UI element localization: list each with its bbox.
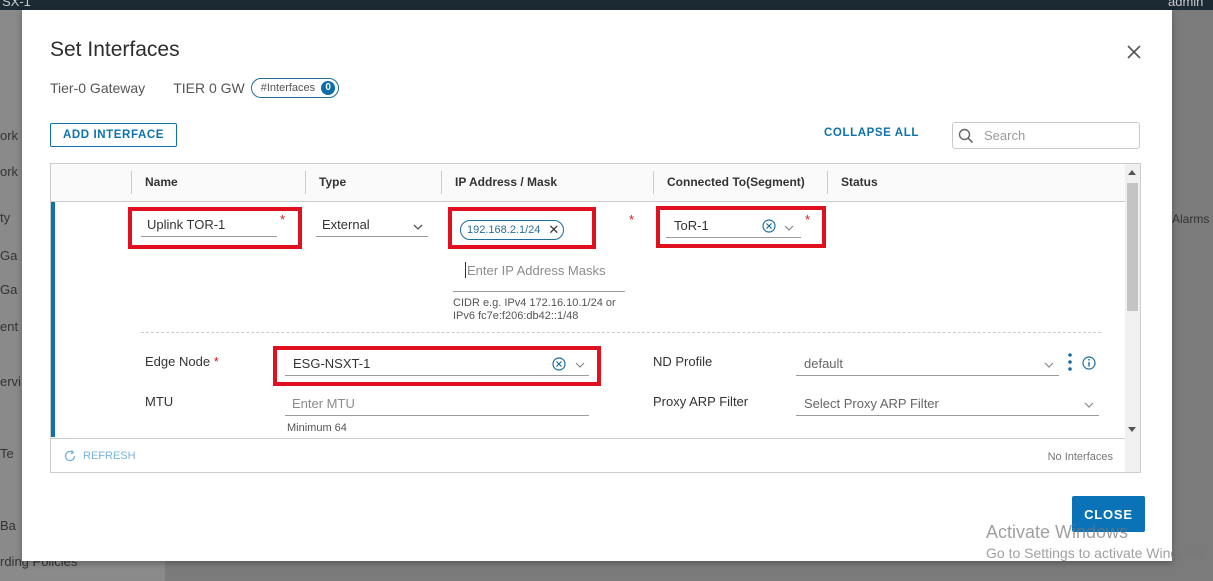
ip-help-text: CIDR e.g. IPv4 172.16.10.1/24 or IPv6 fc…	[453, 297, 616, 322]
chevron-down-icon	[413, 224, 423, 230]
sidebar-item: ork	[0, 128, 19, 143]
scroll-thumb[interactable]	[1127, 183, 1138, 311]
highlight-box-segment	[656, 206, 826, 248]
chevron-down-icon	[1044, 362, 1054, 368]
highlight-box-ip	[448, 207, 596, 249]
column-header-type[interactable]: Type	[319, 164, 346, 201]
chevron-down-icon	[1084, 402, 1094, 408]
sidebar-item: ork	[0, 164, 19, 179]
search-icon	[958, 128, 974, 143]
sidebar-item: Ga	[0, 248, 18, 263]
modal-title: Set Interfaces	[50, 38, 180, 61]
add-interface-button[interactable]: ADD INTERFACE	[50, 123, 177, 147]
interfaces-label: #Interfaces	[260, 82, 316, 94]
search-input[interactable]	[982, 127, 1136, 144]
column-separator	[653, 171, 654, 194]
close-icon[interactable]	[1123, 41, 1145, 63]
column-header-name[interactable]: Name	[145, 164, 178, 201]
ip-mask-input[interactable]: Enter IP Address Masks	[453, 255, 625, 292]
collapse-all-button[interactable]: COLLAPSE ALL	[824, 127, 919, 139]
column-separator	[305, 171, 306, 194]
mtu-help-text: Minimum 64	[287, 422, 347, 434]
user-menu: admin	[1168, 0, 1204, 9]
activate-windows-watermark: Activate Windows Go to Settings to activ…	[986, 522, 1207, 561]
proxy-arp-label: Proxy ARP Filter	[653, 394, 749, 409]
interfaces-count: 0	[321, 81, 336, 95]
nd-profile-value: default	[804, 356, 844, 371]
gateway-type: Tier-0 Gateway	[50, 80, 146, 96]
watermark-line1: Activate Windows	[986, 522, 1129, 542]
column-separator	[441, 171, 442, 194]
required-marker: *	[629, 212, 635, 227]
type-select[interactable]: External	[316, 214, 428, 237]
column-separator	[827, 171, 828, 194]
gateway-info: Tier-0 Gateway TIER 0 GW #Interfaces 0	[50, 78, 340, 98]
more-options-icon[interactable]	[1066, 352, 1074, 372]
nd-profile-select[interactable]: default	[796, 351, 1059, 376]
watermark-line2: Go to Settings to activate Windows.	[986, 545, 1207, 561]
search-box[interactable]	[952, 122, 1140, 149]
alarms-column: Alarms	[1172, 212, 1210, 226]
proxy-arp-select[interactable]: Select Proxy ARP Filter	[796, 391, 1099, 416]
highlight-box-edge-node	[273, 346, 601, 386]
info-icon[interactable]	[1082, 356, 1096, 370]
mtu-input[interactable]: Enter MTU	[285, 391, 589, 416]
column-header-segment[interactable]: Connected To(Segment)	[667, 164, 805, 201]
row-selected-indicator	[51, 202, 55, 437]
refresh-button[interactable]: REFRESH	[63, 449, 136, 463]
sidebar-item: Te	[0, 446, 14, 461]
ip-mask-placeholder: Enter IP Address Masks	[467, 263, 606, 278]
gateway-name: TIER 0 GW	[173, 80, 245, 96]
interfaces-datagrid: Name Type IP Address / Mask Connected To…	[50, 163, 1141, 473]
datagrid-status: No Interfaces	[1047, 451, 1113, 463]
app-title: SX-1	[2, 0, 31, 9]
type-value: External	[322, 217, 370, 232]
sidebar-item: ent	[0, 319, 19, 334]
scroll-up-icon[interactable]	[1128, 170, 1136, 175]
scroll-down-icon[interactable]	[1128, 427, 1136, 432]
text-cursor	[465, 262, 466, 278]
sidebar-item: ty	[0, 210, 11, 225]
mtu-label: MTU	[145, 394, 174, 409]
column-header-ip[interactable]: IP Address / Mask	[455, 164, 557, 201]
interfaces-count-badge: #Interfaces 0	[250, 78, 340, 98]
set-interfaces-modal: Set Interfaces Tier-0 Gateway TIER 0 GW …	[22, 10, 1172, 561]
interface-row-expanded: Uplink TOR-1 * External 192.168.2.1/24 ✕…	[51, 202, 1125, 437]
datagrid-scrollbar[interactable]	[1125, 164, 1140, 472]
proxy-arp-placeholder: Select Proxy ARP Filter	[804, 396, 939, 411]
edge-node-label: Edge Node *	[145, 354, 219, 369]
datagrid-header: Name Type IP Address / Mask Connected To…	[51, 164, 1125, 202]
mtu-placeholder: Enter MTU	[292, 396, 355, 411]
refresh-label: REFRESH	[83, 450, 136, 462]
nd-profile-label: ND Profile	[653, 354, 713, 369]
app-header: SX-1 admin	[0, 0, 1213, 10]
row-divider	[141, 332, 1101, 333]
column-header-status[interactable]: Status	[841, 164, 878, 201]
datagrid-footer: REFRESH No Interfaces	[51, 438, 1125, 472]
refresh-icon	[64, 450, 76, 462]
sidebar-item: Ba	[0, 518, 16, 533]
sidebar-item: Ga	[0, 282, 18, 297]
column-separator	[131, 171, 132, 194]
highlight-box-name	[128, 207, 302, 249]
sidebar-item: ervi	[0, 374, 21, 389]
